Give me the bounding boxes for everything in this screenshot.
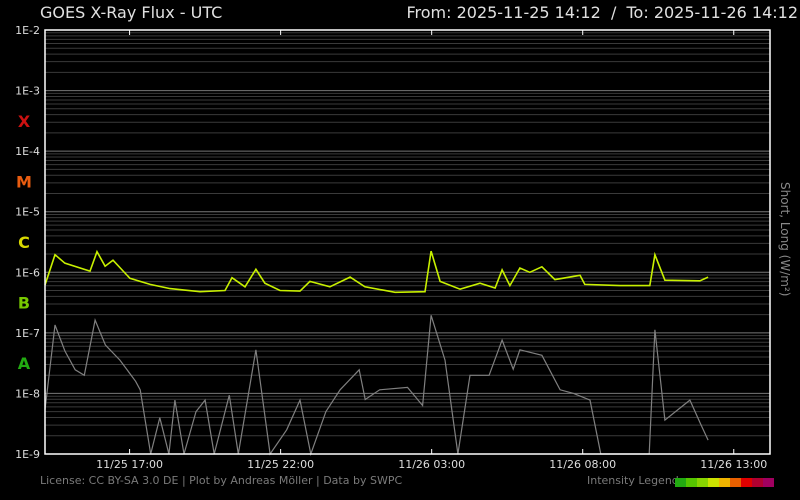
legend-swatch xyxy=(697,478,708,487)
legend-swatch xyxy=(675,478,686,487)
y-tick-label: 1E-2 xyxy=(15,24,40,37)
y-tick-label: 1E-5 xyxy=(15,206,40,219)
flare-class-label: X xyxy=(18,112,31,131)
intensity-legend-label: Intensity Legend xyxy=(587,474,679,487)
xray-flux-chart: 1E-2 1E-3 1E-4 1E-5 1E-6 1E-7 1E-8 1E-9 X M C B A 11/… xyxy=(15,24,771,471)
y-axis-label: Short, Long (W/m²) xyxy=(778,182,792,297)
y-tick-label: 1E-9 xyxy=(15,448,40,461)
x-tick-label: 11/25 22:00 xyxy=(247,458,314,471)
y-tick-label: 1E-3 xyxy=(15,85,40,98)
x-tick-label: 11/26 03:00 xyxy=(398,458,465,471)
intensity-legend xyxy=(675,478,774,487)
legend-swatch xyxy=(708,478,719,487)
legend-swatch xyxy=(763,478,774,487)
x-tick-label: 11/26 08:00 xyxy=(549,458,616,471)
legend-swatch xyxy=(741,478,752,487)
y-tick-label: 1E-8 xyxy=(15,387,40,400)
legend-swatch xyxy=(752,478,763,487)
x-tick-label: 11/26 13:00 xyxy=(700,458,767,471)
flare-class-label: B xyxy=(18,294,30,313)
legend-swatch xyxy=(719,478,730,487)
legend-swatch xyxy=(730,478,741,487)
flare-class-label: C xyxy=(18,233,30,252)
y-tick-label: 1E-4 xyxy=(15,145,40,158)
x-tick-label: 11/25 17:00 xyxy=(96,458,163,471)
flare-class-label: M xyxy=(16,172,32,191)
license-text: License: CC BY-SA 3.0 DE | Plot by Andre… xyxy=(40,474,403,487)
y-tick-label: 1E-6 xyxy=(15,266,40,279)
y-tick-label: 1E-7 xyxy=(15,327,40,340)
flare-class-label: A xyxy=(18,354,31,373)
legend-swatch xyxy=(686,478,697,487)
